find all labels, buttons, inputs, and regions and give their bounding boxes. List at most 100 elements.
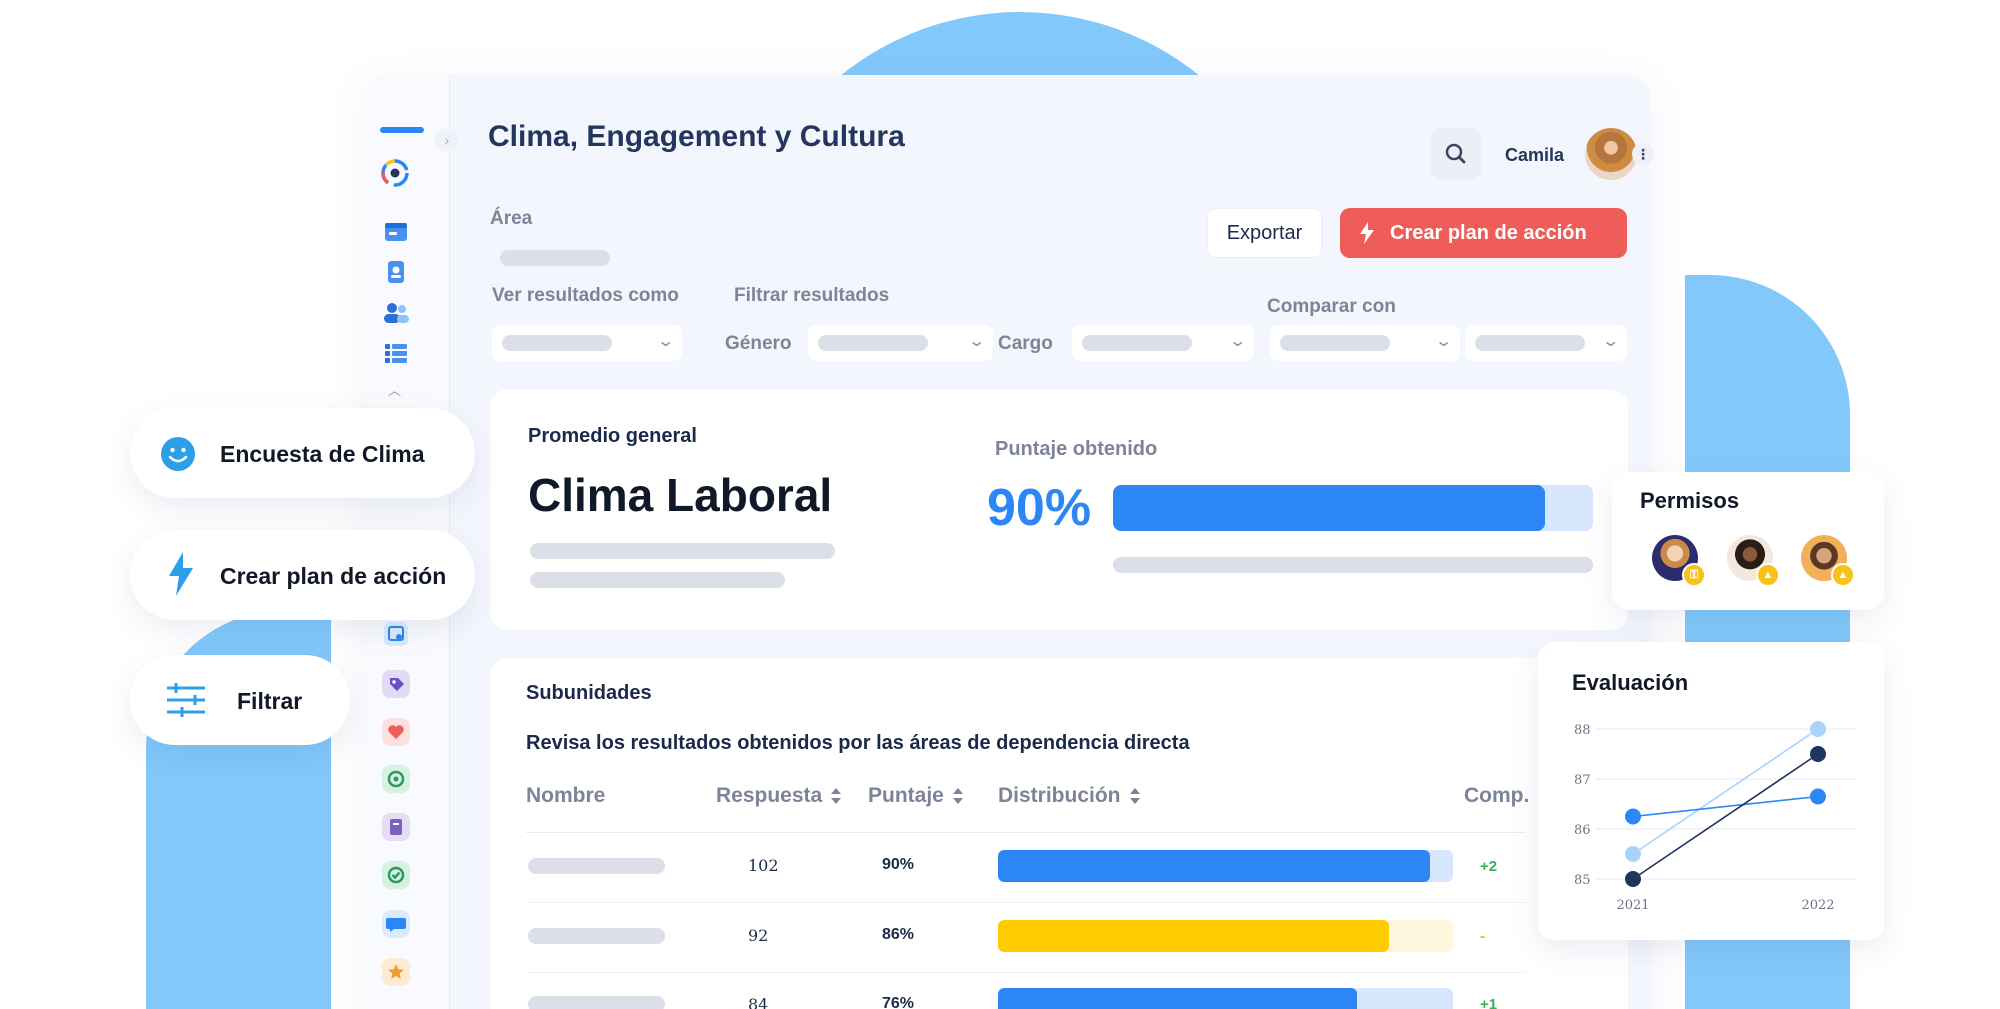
chart-data-point: [1625, 808, 1641, 825]
encuesta-clima-card[interactable]: Encuesta de Clima: [130, 408, 475, 498]
sidebar-item-book-icon[interactable]: [382, 813, 410, 841]
export-button[interactable]: Exportar: [1207, 208, 1322, 258]
user-menu-kebab-icon[interactable]: ⋮: [1632, 143, 1654, 165]
sidebar-collapse-up-icon[interactable]: ︿: [388, 380, 401, 399]
row-comp: +1: [1480, 996, 1498, 1009]
page-title: Clima, Engagement y Cultura: [488, 120, 905, 153]
sidebar-item-check-icon[interactable]: [382, 861, 410, 889]
row-distribution-bar: [998, 920, 1453, 952]
sidebar-item-presentation-icon[interactable]: [382, 620, 410, 648]
create-action-plan-button[interactable]: Crear plan de acción: [1340, 208, 1627, 258]
sidebar-item-tag-icon[interactable]: [382, 670, 410, 698]
row-respuesta: 84: [748, 995, 769, 1009]
table-header-divider: [526, 832, 1526, 833]
app-logo-icon[interactable]: [380, 158, 410, 188]
sidebar-item-heart-check-icon[interactable]: [382, 718, 410, 746]
cargo-select[interactable]: ⌄: [1072, 325, 1254, 361]
cargo-label: Cargo: [998, 333, 1053, 354]
sidebar-item-people-icon[interactable]: [382, 298, 410, 326]
row-puntaje: 86%: [882, 926, 915, 943]
row-name-placeholder: [528, 928, 665, 944]
sort-icon: [1129, 788, 1140, 805]
column-header-distribucion[interactable]: Distribución: [998, 784, 1141, 808]
column-header-puntaje[interactable]: Puntaje: [868, 784, 964, 808]
puntaje-label: Puntaje obtenido: [995, 438, 1158, 460]
crear-plan-card[interactable]: Crear plan de acción: [130, 530, 475, 620]
genero-select[interactable]: ⌄: [808, 325, 993, 361]
search-button[interactable]: [1430, 128, 1482, 180]
evaluacion-chart: 85 86 87 88 2021 2022: [1574, 721, 1856, 913]
sidebar-toggle-chevron-icon[interactable]: ›: [435, 128, 459, 152]
genero-value-placeholder: [818, 335, 928, 351]
create-action-plan-label: Crear plan de acción: [1390, 222, 1587, 244]
comparar-select-2[interactable]: ⌄: [1465, 325, 1627, 361]
row-distribution-bar: [998, 988, 1453, 1009]
chevron-down-icon: ⌄: [1227, 333, 1247, 350]
area-label: Área: [490, 208, 533, 229]
chart-x-tick-label: 2022: [1801, 898, 1834, 913]
table-row-divider: [526, 972, 1526, 973]
sidebar-item-chat-icon[interactable]: [382, 910, 410, 938]
chart-data-point: [1625, 846, 1641, 862]
row-distribution-fill: [998, 920, 1390, 952]
sidebar-item-profile-icon[interactable]: [382, 258, 410, 286]
comparar-label: Comparar con: [1267, 296, 1396, 317]
row-name-placeholder: [528, 996, 665, 1009]
puntaje-percent: 90%: [987, 479, 1092, 537]
sidebar-item-target-icon[interactable]: [382, 765, 410, 793]
permisos-title: Permisos: [1640, 488, 1740, 513]
crear-plan-label: Crear plan de acción: [220, 563, 447, 589]
row-comp: -: [1480, 928, 1485, 945]
subunidades-card: [490, 658, 1628, 1009]
cargo-value-placeholder: [1082, 335, 1192, 351]
lightning-icon: [1360, 222, 1374, 244]
chevron-down-icon: ⌄: [655, 333, 675, 350]
chart-y-tick-label: 86: [1574, 823, 1591, 838]
sidebar-item-dashboard-icon[interactable]: [382, 218, 410, 246]
comparar-select-1[interactable]: ⌄: [1270, 325, 1460, 361]
column-header-nombre[interactable]: Nombre: [526, 784, 605, 808]
filtrar-resultados-label: Filtrar resultados: [734, 285, 890, 306]
genero-label: Género: [725, 333, 792, 354]
area-value-placeholder: [500, 250, 610, 266]
chart-data-point: [1810, 746, 1826, 762]
comparar-value-placeholder: [1280, 335, 1390, 351]
filtrar-card[interactable]: Filtrar: [130, 655, 350, 745]
chevron-down-icon: ⌄: [1433, 333, 1453, 350]
sliders-icon: [167, 683, 205, 717]
column-header-comp[interactable]: Comp.: [1464, 784, 1529, 808]
user-avatar[interactable]: [1585, 128, 1637, 180]
chart-data-point: [1810, 721, 1826, 737]
ver-resultados-value-placeholder: [502, 335, 612, 351]
chart-series-line: [1632, 753, 1819, 880]
column-header-respuesta[interactable]: Respuesta: [716, 784, 842, 808]
ver-resultados-select[interactable]: ⌄: [492, 325, 682, 361]
chart-series-line: [1632, 728, 1819, 855]
promedio-label: Promedio general: [528, 425, 697, 447]
column-header-respuesta-label: Respuesta: [716, 784, 823, 807]
graduation-badge-icon: ▲: [1831, 563, 1855, 587]
puntaje-progress-fill: [1113, 485, 1545, 531]
smiley-icon: [161, 437, 195, 471]
chart-data-point: [1625, 871, 1641, 887]
chart-y-tick-label: 87: [1574, 773, 1591, 788]
chevron-down-icon: ⌄: [1600, 333, 1620, 350]
search-icon: [1445, 143, 1466, 164]
chart-y-tick-label: 85: [1574, 873, 1591, 888]
user-name[interactable]: Camila: [1505, 145, 1564, 166]
sort-icon: [831, 788, 842, 805]
lightning-icon: [169, 552, 193, 596]
sidebar-item-star-icon[interactable]: [382, 958, 410, 986]
row-name-placeholder: [528, 858, 665, 874]
promedio-title: Clima Laboral: [528, 469, 833, 521]
column-header-puntaje-label: Puntaje: [868, 784, 944, 807]
puntaje-progress-bar: [1113, 485, 1593, 531]
row-distribution-fill: [998, 988, 1358, 1009]
encuesta-clima-label: Encuesta de Clima: [220, 441, 425, 467]
table-row-divider: [526, 902, 1526, 903]
column-header-distribucion-label: Distribución: [998, 784, 1121, 807]
chevron-down-icon: ⌄: [966, 333, 986, 350]
chart-x-tick-label: 2021: [1616, 898, 1649, 913]
sidebar-item-list-icon[interactable]: [382, 340, 410, 368]
row-puntaje: 90%: [882, 856, 915, 873]
